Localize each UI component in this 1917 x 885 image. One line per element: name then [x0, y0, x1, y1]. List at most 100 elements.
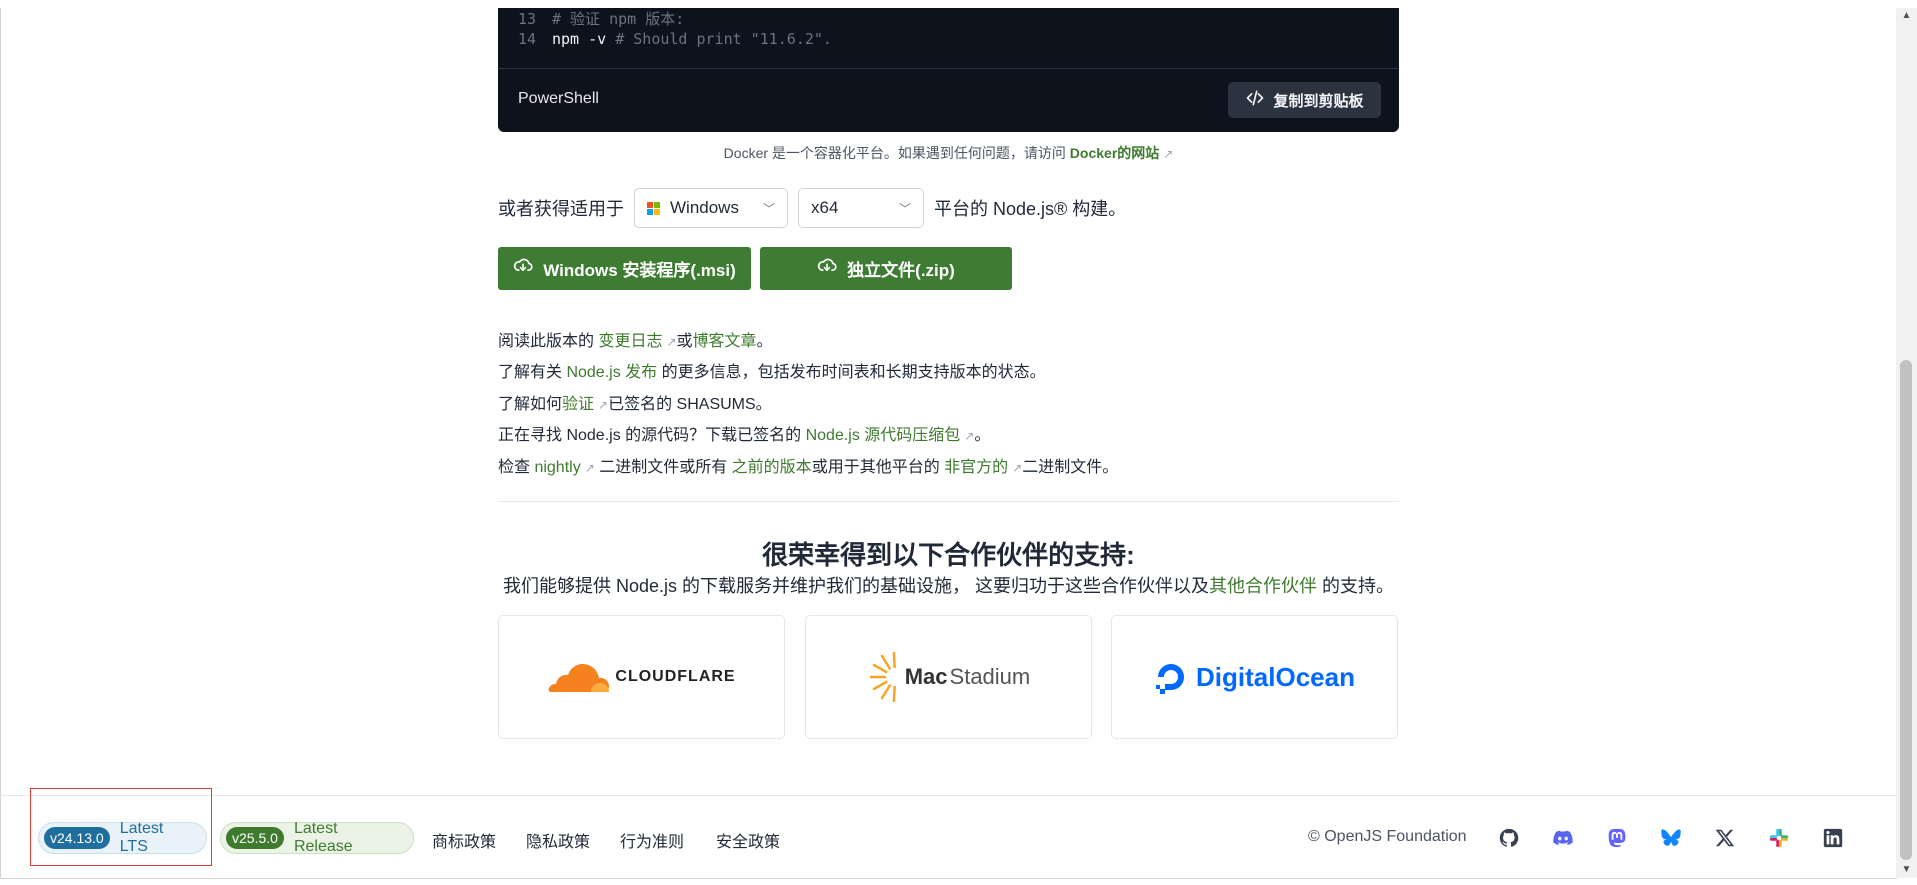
footer-link-trademark[interactable]: 商标政策	[432, 828, 496, 852]
release-label: Latest Release	[293, 820, 353, 855]
scrollbar-thumb[interactable]	[1900, 360, 1912, 860]
source-tarball-link[interactable]: Node.js 源代码压缩包	[806, 427, 961, 444]
blog-post-link[interactable]: 博客文章	[693, 333, 757, 350]
info-text: 二进制文件或所有	[594, 459, 732, 476]
digitalocean-wordmark: DigitalOcean	[1196, 661, 1355, 692]
code-line-13: 13 # 验证 npm 版本:	[518, 8, 684, 29]
os-select[interactable]: Windows ﹀	[634, 188, 788, 228]
download-msi-label: Windows 安装程序(.msi)	[543, 261, 736, 280]
code-line-14: 14 npm -v # Should print "11.6.2".	[518, 30, 832, 48]
info-text: 或	[676, 333, 693, 350]
scroll-up-arrow-icon[interactable]: ▲	[1896, 8, 1917, 24]
discord-icon[interactable]	[1551, 826, 1575, 850]
cloudflare-wordmark: CLOUDFLARE	[615, 668, 736, 685]
footer-link-code-of-conduct[interactable]: 行为准则	[620, 828, 684, 852]
chevron-down-icon: ﹀	[898, 201, 911, 216]
partners-subtitle: 我们能够提供 Node.js 的下载服务并维护我们的基础设施， 这要归功于这些合…	[498, 572, 1399, 598]
bluesky-icon[interactable]	[1659, 826, 1683, 850]
changelog-link[interactable]: 变更日志	[598, 333, 662, 350]
partner-card-macstadium[interactable]: Mac Stadium	[805, 615, 1092, 739]
slack-icon[interactable]	[1767, 826, 1791, 850]
external-link-icon: ↗	[584, 461, 595, 475]
line-number: 13	[518, 10, 537, 28]
external-link-icon: ↗	[1012, 461, 1023, 475]
copy-to-clipboard-button[interactable]: 复制到剪贴板	[1228, 82, 1381, 118]
cloudflare-cloud-icon	[548, 664, 610, 692]
docker-website-link[interactable]: Docker的网站	[1070, 145, 1159, 161]
partners-subtitle-text: 的支持。	[1317, 576, 1395, 596]
info-text: 正在寻找 Node.js 的源代码？下载已签名的	[498, 427, 806, 444]
info-text: 检查	[498, 459, 535, 476]
copy-label: 复制到剪贴板	[1273, 92, 1364, 110]
download-zip-label: 独立文件(.zip)	[847, 261, 955, 280]
partners-title: 很荣幸得到以下合作伙伴的支持:	[762, 540, 1135, 570]
cloudflare-logo: CLOUDFLARE	[547, 660, 735, 694]
release-version: v25.5.0	[226, 827, 284, 849]
external-link-icon: ↗	[1163, 147, 1174, 161]
partner-card-digitalocean[interactable]: DigitalOcean	[1111, 615, 1398, 739]
info-text: 或用于其他平台的	[811, 459, 945, 476]
previous-releases-link[interactable]: 之前的版本	[732, 459, 812, 476]
macstadium-sun-icon	[869, 651, 903, 703]
unofficial-builds-link[interactable]: 非官方的	[944, 459, 1008, 476]
other-partners-link[interactable]: 其他合作伙伴	[1209, 576, 1317, 596]
info-text: 二进制文件。	[1022, 459, 1119, 476]
platform-selector-row: 或者获得适用于 Windows ﹀ x64 ﹀ 平台的 Node.js® 构建。	[498, 187, 1126, 229]
nodejs-releases-link[interactable]: Node.js 发布	[566, 364, 657, 381]
footer-link-security[interactable]: 安全政策	[716, 828, 780, 852]
external-link-icon: ↗	[666, 335, 677, 349]
page-frame-bottom	[0, 878, 1897, 879]
linkedin-icon[interactable]	[1821, 826, 1845, 850]
partners-subtitle-text: 我们能够提供 Node.js 的下载服务并维护我们的基础设施， 这要归功于这些合…	[502, 576, 1209, 596]
platform-suffix: 平台的 Node.js® 构建。	[934, 199, 1127, 219]
code-block: 13 # 验证 npm 版本: 14 npm -v # Should print "…	[498, 8, 1399, 132]
code-comment: # Should print "11.6.2".	[615, 30, 832, 48]
info-line-releases: 了解有关 Node.js 发布 的更多信息，包括发布时间表和长期支持版本的状态。	[498, 358, 1046, 382]
macstadium-stadium-text: Stadium	[949, 664, 1031, 689]
info-text: 已签名的 SHASUMS。	[608, 396, 772, 413]
os-select-value: Windows	[670, 198, 739, 217]
download-msi-button[interactable]: Windows 安装程序(.msi)	[498, 247, 751, 290]
footer-link-privacy[interactable]: 隐私政策	[526, 828, 590, 852]
docker-note-text: Docker 是一个容器化平台。如果遇到任何问题，请访问	[723, 145, 1070, 161]
scroll-down-arrow-icon[interactable]: ▼	[1896, 862, 1917, 878]
macstadium-mac-text: Mac	[904, 664, 948, 689]
section-divider	[498, 501, 1399, 502]
code-comment: # 验证 npm 版本:	[552, 10, 685, 28]
cloud-download-icon	[513, 256, 533, 281]
platform-prefix: 或者获得适用于	[498, 199, 624, 219]
lts-version: v24.13.0	[44, 827, 110, 849]
verify-link[interactable]: 验证	[562, 396, 594, 413]
info-line-nightly: 检查 nightly ↗ 二进制文件或所有 之前的版本或用于其他平台的 非官方的 ↗…	[498, 453, 1118, 477]
latest-lts-badge[interactable]: v24.13.0 Latest LTS	[38, 820, 207, 855]
github-icon[interactable]	[1497, 826, 1521, 850]
code-language-label: PowerShell	[518, 90, 599, 107]
info-line-verify: 了解如何验证 ↗已签名的 SHASUMS。	[498, 390, 772, 414]
download-zip-button[interactable]: 独立文件(.zip)	[760, 247, 1012, 290]
x-icon[interactable]	[1713, 826, 1737, 850]
code-icon	[1245, 88, 1265, 112]
docker-note: Docker 是一个容器化平台。如果遇到任何问题，请访问 Docker的网站 ↗	[498, 143, 1399, 163]
copyright: © OpenJS Foundation	[1308, 828, 1467, 845]
info-line-changelog: 阅读此版本的 变更日志 ↗或博客文章。	[498, 327, 773, 351]
external-link-icon: ↗	[598, 398, 609, 412]
page-frame-left	[0, 8, 1, 878]
digitalocean-logo: DigitalOcean	[1154, 660, 1355, 694]
lts-label: Latest LTS	[119, 820, 164, 855]
windows-icon	[647, 201, 660, 215]
arch-select-value: x64	[811, 198, 839, 217]
page-scrollbar[interactable]: ▲ ▼	[1896, 8, 1917, 878]
mastodon-icon[interactable]	[1605, 826, 1629, 850]
footer-divider	[0, 795, 1896, 796]
partner-card-cloudflare[interactable]: CLOUDFLARE	[498, 615, 785, 739]
latest-release-badge[interactable]: v25.5.0 Latest Release	[220, 820, 414, 855]
info-text: 。	[756, 333, 773, 350]
info-line-source: 正在寻找 Node.js 的源代码？下载已签名的 Node.js 源代码压缩包 ↗…	[498, 421, 990, 445]
nightly-link[interactable]: nightly	[534, 459, 580, 476]
code-command: npm -v	[552, 30, 607, 48]
info-text: 的更多信息，包括发布时间表和长期支持版本的状态。	[657, 364, 1046, 381]
cloud-download-icon	[817, 256, 837, 281]
line-number: 14	[518, 30, 537, 48]
arch-select[interactable]: x64 ﹀	[798, 188, 924, 228]
info-text: 了解有关	[498, 364, 567, 381]
